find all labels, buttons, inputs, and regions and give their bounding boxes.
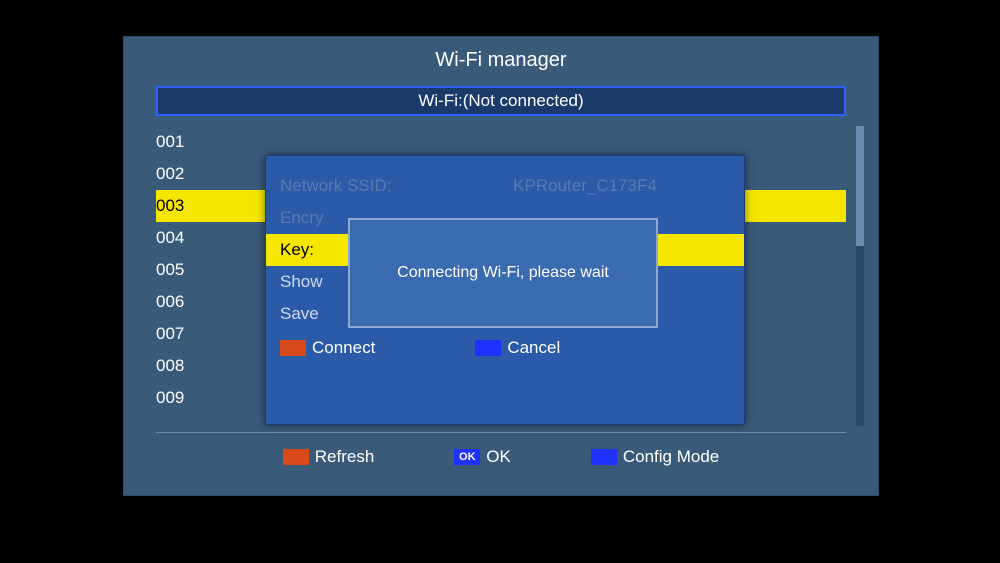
config-label: Config Mode bbox=[623, 447, 719, 467]
refresh-label: Refresh bbox=[315, 447, 375, 467]
scrollbar-thumb[interactable] bbox=[856, 126, 864, 246]
ok-label: OK bbox=[486, 447, 511, 467]
footer-legend: Refresh OK OK Config Mode bbox=[124, 433, 878, 467]
modal-message: Connecting Wi-Fi, please wait bbox=[397, 264, 609, 282]
connect-label: Connect bbox=[312, 338, 375, 358]
refresh-legend: Refresh bbox=[283, 447, 375, 467]
dialog-buttons: Connect Cancel bbox=[266, 330, 744, 358]
ok-legend: OK OK bbox=[454, 447, 511, 467]
list-index: 001 bbox=[156, 132, 204, 152]
list-index: 006 bbox=[156, 292, 204, 312]
red-swatch-icon bbox=[283, 449, 309, 465]
ssid-row: Network SSID: KPRouter_C173F4 bbox=[266, 170, 744, 202]
list-index: 002 bbox=[156, 164, 204, 184]
list-index: 008 bbox=[156, 356, 204, 376]
scrollbar[interactable] bbox=[856, 126, 864, 426]
wifi-status-bar: Wi-Fi:(Not connected) bbox=[156, 86, 846, 116]
ok-badge-icon: OK bbox=[454, 449, 480, 465]
connecting-modal: Connecting Wi-Fi, please wait bbox=[348, 218, 658, 328]
list-index: 003 bbox=[156, 196, 204, 216]
config-legend: Config Mode bbox=[591, 447, 719, 467]
connect-button[interactable]: Connect bbox=[280, 338, 375, 358]
blue-swatch-icon bbox=[591, 449, 617, 465]
ssid-label: Network SSID: bbox=[280, 176, 440, 196]
blue-swatch-icon bbox=[475, 340, 501, 356]
list-item[interactable]: 001 bbox=[156, 126, 846, 158]
cancel-button[interactable]: Cancel bbox=[475, 338, 560, 358]
list-index: 005 bbox=[156, 260, 204, 280]
ssid-value: KPRouter_C173F4 bbox=[440, 176, 730, 196]
list-index: 004 bbox=[156, 228, 204, 248]
cancel-label: Cancel bbox=[507, 338, 560, 358]
list-index: 009 bbox=[156, 388, 204, 408]
list-index: 007 bbox=[156, 324, 204, 344]
page-title: Wi-Fi manager bbox=[124, 37, 878, 82]
red-swatch-icon bbox=[280, 340, 306, 356]
